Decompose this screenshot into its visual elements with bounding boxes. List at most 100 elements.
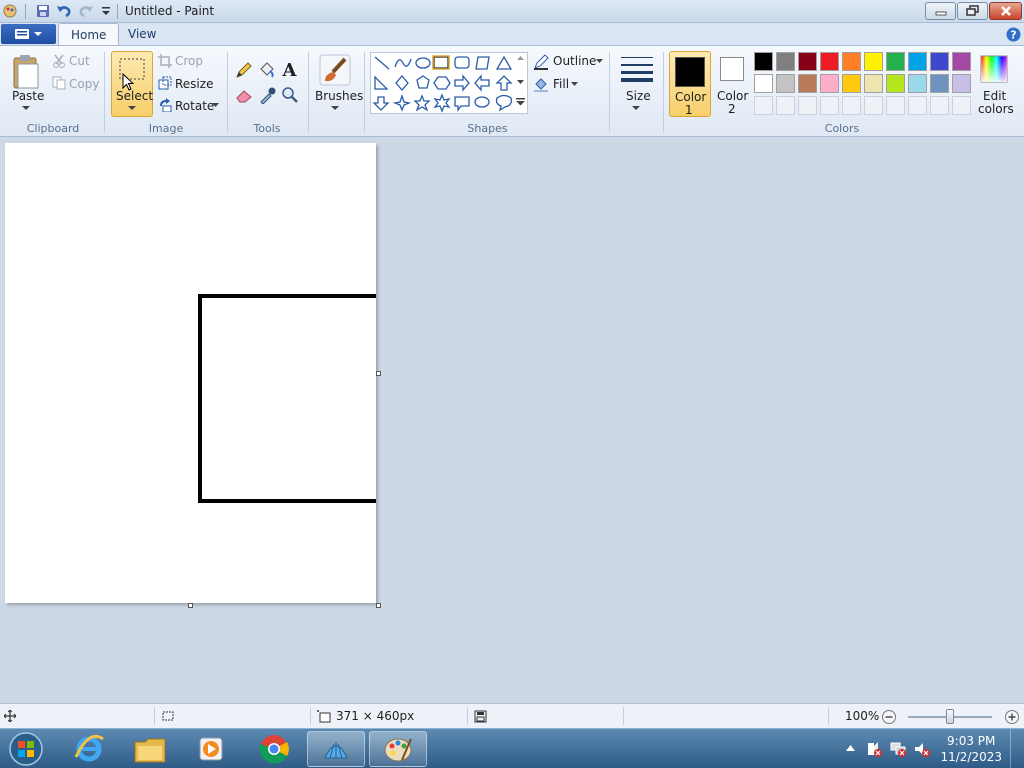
- palette-swatch[interactable]: [754, 74, 773, 93]
- edit-colors-label[interactable]: Edit: [983, 89, 1006, 103]
- palette-swatch[interactable]: [798, 52, 817, 71]
- undo-icon[interactable]: [55, 3, 73, 19]
- chevron-down-icon[interactable]: [596, 59, 603, 63]
- palette-swatch-empty[interactable]: [930, 96, 949, 115]
- palette-swatch[interactable]: [798, 74, 817, 93]
- eraser-icon[interactable]: [233, 85, 254, 105]
- palette-swatch-empty[interactable]: [842, 96, 861, 115]
- drawing-canvas[interactable]: [5, 143, 376, 603]
- color2-swatch[interactable]: [720, 57, 744, 81]
- gallery-more-icon[interactable]: [516, 98, 525, 106]
- tab-view[interactable]: View: [116, 23, 168, 45]
- line-size-icon[interactable]: [619, 54, 655, 84]
- palette-swatch[interactable]: [886, 52, 905, 71]
- file-menu-button[interactable]: [1, 24, 56, 44]
- palette-swatch[interactable]: [930, 52, 949, 71]
- palette-swatch-empty[interactable]: [754, 96, 773, 115]
- customize-toolbar-icon[interactable]: [97, 3, 115, 19]
- fill-button[interactable]: Fill: [553, 77, 569, 91]
- resize-handle-right[interactable]: [376, 371, 381, 376]
- color2-number[interactable]: 2: [728, 102, 736, 116]
- system-clock[interactable]: 9:03 PM 11/2/2023: [940, 733, 1002, 765]
- show-desktop-button[interactable]: [1010, 729, 1024, 768]
- zoom-out-icon[interactable]: [881, 709, 897, 725]
- text-tool-icon[interactable]: A: [279, 60, 300, 81]
- palette-swatch[interactable]: [908, 52, 927, 71]
- palette-swatch[interactable]: [952, 52, 971, 71]
- color1-button[interactable]: Color 1: [669, 51, 711, 117]
- chevron-down-icon[interactable]: [571, 82, 578, 86]
- resize-button[interactable]: Resize: [175, 77, 213, 91]
- taskbar-internet-explorer[interactable]: [60, 731, 118, 767]
- show-hidden-icons-icon[interactable]: [846, 745, 855, 751]
- rotate-button[interactable]: Rotate: [175, 99, 214, 113]
- palette-swatch[interactable]: [908, 74, 927, 93]
- palette-swatch-empty[interactable]: [798, 96, 817, 115]
- paste-icon[interactable]: [11, 53, 41, 91]
- volume-muted-icon[interactable]: [914, 741, 930, 757]
- edit-colors-label-2[interactable]: colors: [978, 102, 1014, 116]
- save-icon[interactable]: [34, 3, 52, 19]
- workspace[interactable]: [0, 137, 1024, 703]
- palette-swatch[interactable]: [820, 52, 839, 71]
- pencil-icon[interactable]: [233, 60, 254, 80]
- minimize-button[interactable]: [925, 2, 956, 20]
- palette-swatch[interactable]: [820, 74, 839, 93]
- status-divider: [828, 707, 829, 725]
- palette-swatch-empty[interactable]: [864, 96, 883, 115]
- chevron-up-icon[interactable]: [517, 56, 524, 61]
- chevron-down-icon[interactable]: [517, 80, 524, 85]
- palette-swatch[interactable]: [776, 52, 795, 71]
- brushes-button[interactable]: Brushes: [315, 89, 363, 103]
- help-icon[interactable]: ?: [1005, 26, 1021, 42]
- chevron-down-icon[interactable]: [331, 106, 339, 111]
- zoom-in-icon[interactable]: [1004, 709, 1020, 725]
- palette-swatch[interactable]: [930, 74, 949, 93]
- palette-swatch-empty[interactable]: [886, 96, 905, 115]
- zoom-slider-thumb[interactable]: [946, 709, 954, 724]
- taskbar-media-player[interactable]: [182, 731, 240, 767]
- outline-button[interactable]: Outline: [553, 54, 596, 68]
- action-center-icon[interactable]: [866, 741, 882, 757]
- edit-colors-icon[interactable]: [979, 54, 1009, 84]
- taskbar-paint[interactable]: [369, 731, 427, 767]
- paint-app-icon[interactable]: [1, 3, 19, 19]
- chevron-down-icon[interactable]: [22, 106, 30, 111]
- taskbar-chrome[interactable]: [245, 731, 303, 767]
- shapes-icons[interactable]: [371, 53, 527, 113]
- magnifier-icon[interactable]: [279, 85, 300, 105]
- resize-handle-corner[interactable]: [376, 603, 381, 608]
- palette-swatch-empty[interactable]: [952, 96, 971, 115]
- color2-label[interactable]: Color: [717, 89, 748, 103]
- restore-button[interactable]: [957, 2, 988, 20]
- taskbar-file-explorer[interactable]: [121, 731, 179, 767]
- palette-swatch[interactable]: [776, 74, 795, 93]
- copy-button[interactable]: Copy: [69, 77, 99, 91]
- chevron-down-icon[interactable]: [632, 106, 640, 111]
- taskbar-app-shell[interactable]: [307, 731, 365, 767]
- palette-swatch[interactable]: [842, 74, 861, 93]
- palette-swatch-empty[interactable]: [820, 96, 839, 115]
- tab-home[interactable]: Home: [58, 23, 120, 45]
- palette-swatch[interactable]: [754, 52, 773, 71]
- color-picker-icon[interactable]: [256, 85, 277, 105]
- palette-swatch-empty[interactable]: [908, 96, 927, 115]
- palette-swatch-empty[interactable]: [776, 96, 795, 115]
- close-button[interactable]: [989, 2, 1022, 20]
- palette-swatch[interactable]: [864, 74, 883, 93]
- fill-bucket-icon[interactable]: [256, 60, 277, 80]
- cut-button[interactable]: Cut: [69, 54, 90, 68]
- size-button[interactable]: Size: [626, 89, 651, 103]
- redo-icon[interactable]: [77, 3, 95, 19]
- paste-button[interactable]: Paste: [12, 89, 44, 103]
- palette-swatch[interactable]: [864, 52, 883, 71]
- palette-swatch[interactable]: [886, 74, 905, 93]
- chevron-down-icon[interactable]: [212, 103, 219, 107]
- network-icon[interactable]: [890, 741, 906, 757]
- start-button[interactable]: [3, 731, 49, 767]
- crop-button[interactable]: Crop: [175, 54, 203, 68]
- brush-icon[interactable]: [318, 53, 352, 87]
- resize-handle-bottom[interactable]: [188, 603, 193, 608]
- palette-swatch[interactable]: [952, 74, 971, 93]
- palette-swatch[interactable]: [842, 52, 861, 71]
